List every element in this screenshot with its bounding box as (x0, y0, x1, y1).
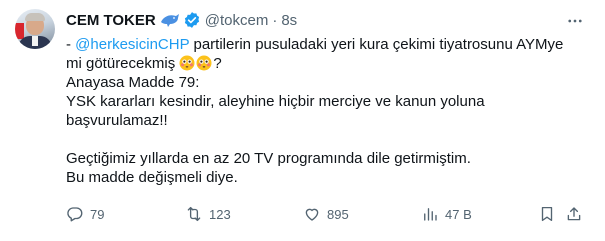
reply-count: 79 (90, 206, 105, 222)
flushed-face-emoji (196, 55, 212, 71)
tweet-line-7: Bu madde değişmeli diye. (66, 169, 238, 186)
tweet-line-2: mi götürecekmiş ? (66, 54, 586, 73)
tweet-time[interactable]: 8s (281, 12, 297, 29)
like-count: 895 (327, 206, 349, 222)
line1-text: partilerin pusuladaki yeri kura çekimi t… (189, 36, 564, 53)
views-count: 47 B (445, 206, 472, 222)
repost-count: 123 (209, 206, 231, 222)
more-options-icon[interactable] (566, 12, 584, 30)
flushed-face-emoji (179, 55, 195, 71)
flag-decor (15, 23, 24, 39)
avatar-shirt (32, 36, 38, 46)
tweet-line-6: Geçtiğimiz yıllarda en az 20 TV programı… (66, 150, 471, 167)
line-prefix: - (66, 36, 76, 53)
tweet-line-1: - @herkesicinCHP partilerin pusuladaki y… (66, 35, 586, 54)
reply-button[interactable]: 79 (66, 204, 104, 224)
tweet: CEM TOKER @tokcem · 8s - @herkesicinCHP … (0, 0, 605, 241)
avatar-hair (25, 13, 45, 21)
views-button[interactable]: 47 B (421, 204, 472, 224)
line2-suffix: ? (213, 55, 222, 72)
dolphin-icon (160, 12, 180, 28)
author-handle[interactable]: @tokcem (205, 12, 269, 29)
tweet-line-4: YSK kararları kesindir, aleyhine hiçbir … (66, 93, 485, 110)
repost-icon (187, 206, 201, 222)
repost-button[interactable]: 123 (185, 204, 231, 224)
bookmark-button[interactable] (538, 204, 556, 224)
like-button[interactable]: 895 (303, 204, 349, 224)
verified-badge-icon[interactable] (183, 11, 201, 29)
like-icon (305, 208, 319, 221)
mention-link[interactable]: @herkesicinCHP (75, 36, 189, 53)
line2-text: mi götürecekmiş (66, 55, 180, 72)
tweet-header: CEM TOKER @tokcem · 8s (66, 10, 297, 30)
tweet-line-5: başvurulamaz!! (66, 112, 168, 129)
share-icon (567, 207, 581, 221)
tweet-body: - @herkesicinCHP partilerin pusuladaki y… (66, 35, 586, 187)
action-bar: 79 123 895 47 B (66, 204, 586, 224)
bookmark-icon (541, 206, 553, 222)
share-button[interactable] (565, 204, 583, 224)
avatar[interactable] (15, 9, 55, 49)
views-icon (424, 208, 437, 221)
reply-icon (67, 207, 83, 222)
header-separator: · (272, 11, 278, 29)
tweet-line-3: Anayasa Madde 79: (66, 74, 200, 91)
author-name[interactable]: CEM TOKER (66, 12, 156, 29)
